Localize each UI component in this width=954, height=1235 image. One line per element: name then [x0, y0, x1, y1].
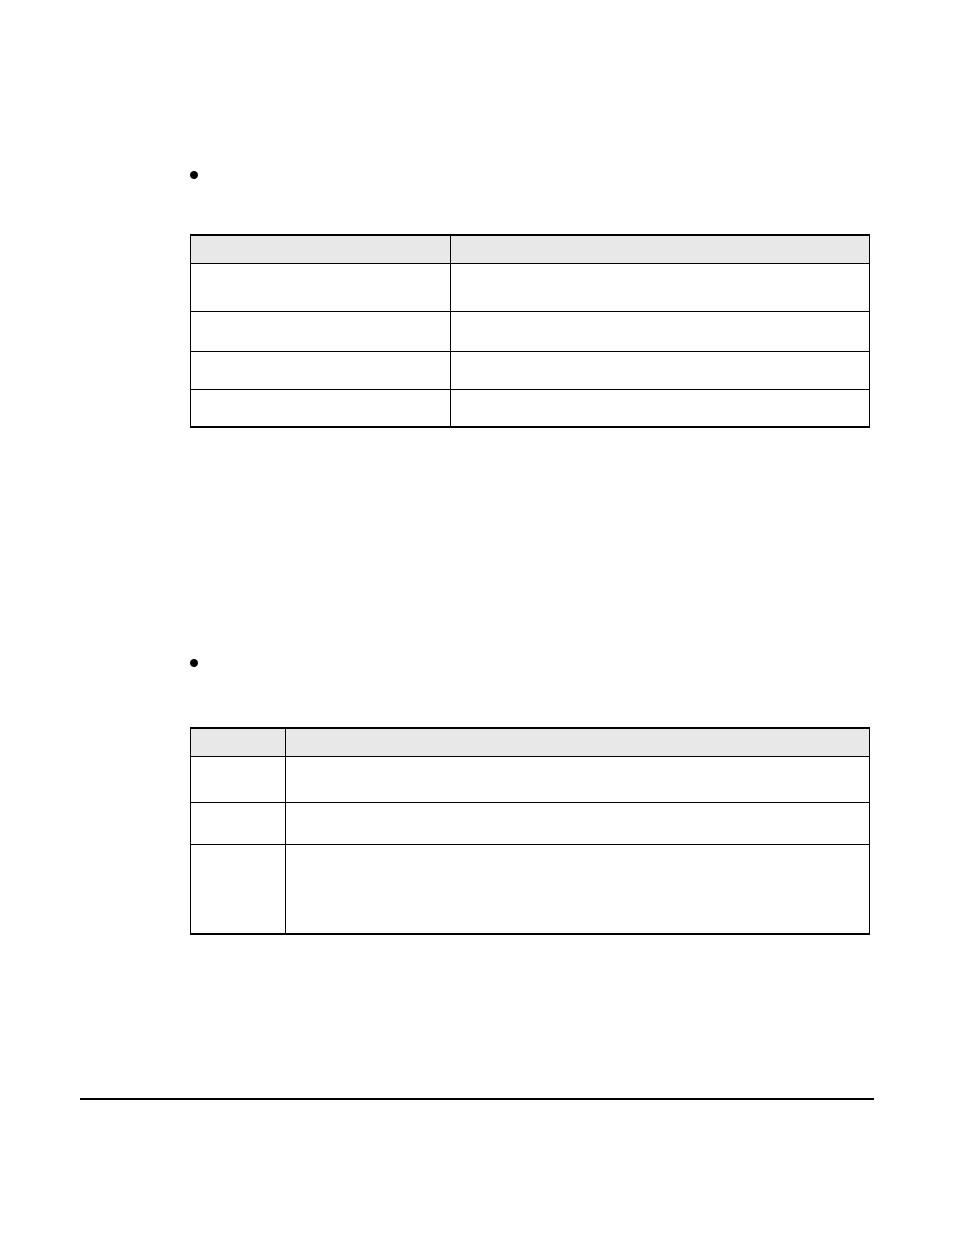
- table-cell: [285, 802, 869, 844]
- table-cell: [191, 756, 286, 802]
- table-row: [191, 351, 870, 389]
- table-row: [191, 263, 870, 311]
- table-cell: [191, 263, 451, 311]
- table-header-cell: [450, 235, 869, 263]
- table-row: [191, 389, 870, 427]
- table-row: [191, 756, 870, 802]
- bullet-section-2: [190, 653, 874, 667]
- table-row: [191, 802, 870, 844]
- table-cell: [191, 389, 451, 427]
- bullet-item: [190, 653, 874, 667]
- table-cell: [450, 351, 869, 389]
- table-cell: [450, 389, 869, 427]
- table-header-cell: [191, 235, 451, 263]
- table-cell: [191, 351, 451, 389]
- table-cell: [191, 844, 286, 934]
- table-header-cell: [285, 728, 869, 756]
- table-cell: [285, 756, 869, 802]
- table-cell: [191, 311, 451, 351]
- bullet-section-1: [190, 165, 874, 179]
- table-cell: [450, 311, 869, 351]
- table-cell: [191, 802, 286, 844]
- table-header-row: [191, 235, 870, 263]
- table-cell: [285, 844, 869, 934]
- document-page: [0, 0, 954, 935]
- footer-divider: [80, 1098, 874, 1100]
- bullet-dot-icon: [190, 659, 198, 667]
- table-header-row: [191, 728, 870, 756]
- table-cell: [450, 263, 869, 311]
- bullet-item: [190, 165, 874, 179]
- table-row: [191, 311, 870, 351]
- table-header-cell: [191, 728, 286, 756]
- table-row: [191, 844, 870, 934]
- table-2: [190, 727, 870, 935]
- table-1: [190, 234, 870, 428]
- bullet-dot-icon: [190, 171, 198, 179]
